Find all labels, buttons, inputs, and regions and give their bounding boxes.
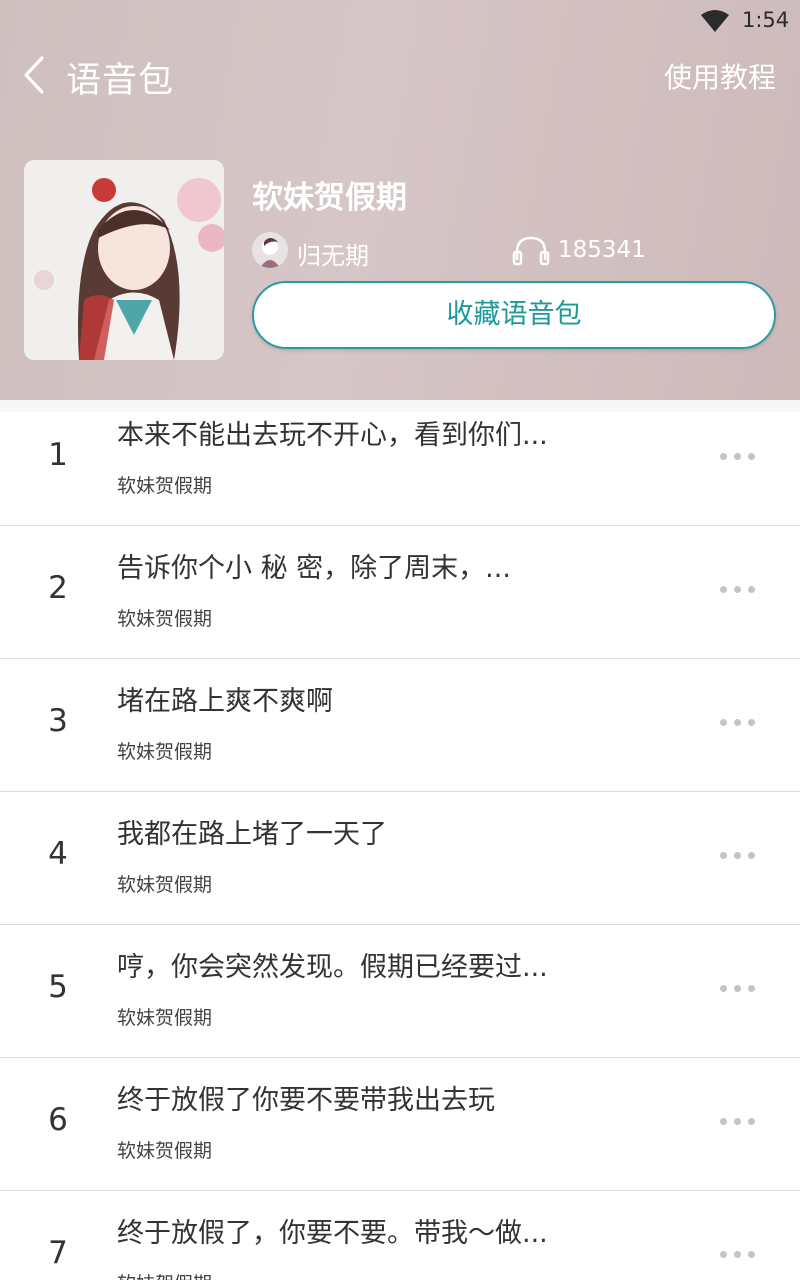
more-options-icon[interactable] xyxy=(716,848,760,862)
item-subtitle: 软妹贺假期 xyxy=(117,1269,212,1280)
more-options-icon[interactable] xyxy=(716,1114,760,1128)
list-item[interactable]: 7 终于放假了，你要不要。带我～做... 软妹贺假期 xyxy=(0,1191,800,1280)
item-title: 告诉你个小 秘 密，除了周末，... xyxy=(117,553,511,584)
list-item[interactable]: 3 堵在路上爽不爽啊软妹贺假期 xyxy=(0,659,800,792)
item-subtitle: 软妹贺假期 xyxy=(117,475,213,497)
item-title: 本来不能出去玩不开心，看到你们... xyxy=(117,420,548,451)
voice-list: 1 本来不能出去玩不开心，看到你们... 软妹贺假期 2 告诉你个小 秘 密，除了周末，… xyxy=(0,400,800,1280)
item-subtitle: 软妹贺假期 xyxy=(117,608,213,630)
item-subtitle: 软妹贺假期 xyxy=(117,1007,213,1029)
list-item[interactable]: 4 我都在路上堵了一天了软妹贺假期 xyxy=(0,792,800,925)
item-title: 哼，你会突然发现。假期已经要过... xyxy=(117,952,548,983)
status-time: 1:54 xyxy=(742,8,790,32)
item-subtitle: 软妹贺假期 xyxy=(117,874,213,896)
play-count: 185341 xyxy=(558,237,646,263)
item-index: 3 xyxy=(48,703,68,739)
tutorial-link[interactable]: 使用教程 xyxy=(664,56,776,96)
item-index: 7 xyxy=(48,1235,68,1271)
item-index: 6 xyxy=(48,1102,68,1138)
page-title: 语音包 xyxy=(66,61,175,101)
headphones-icon xyxy=(512,236,550,266)
pack-name: 软妹贺假期 xyxy=(252,180,407,216)
item-index: 1 xyxy=(48,437,68,473)
item-index: 4 xyxy=(48,836,68,872)
more-options-icon[interactable] xyxy=(716,449,760,463)
list-item[interactable]: 6 终于放假了你要不要带我出去玩软妹贺假期 xyxy=(0,1058,800,1191)
back-button[interactable] xyxy=(18,52,58,98)
item-index: 5 xyxy=(48,969,68,1005)
item-title: 堵在路上爽不爽啊 xyxy=(117,686,333,717)
more-options-icon[interactable] xyxy=(716,1247,760,1261)
status-bar: 1:54 xyxy=(0,0,800,42)
list-item[interactable]: 2 告诉你个小 秘 密，除了周末，... 软妹贺假期 xyxy=(0,526,800,659)
pack-cover-image xyxy=(24,160,224,360)
more-options-icon[interactable] xyxy=(716,715,760,729)
collect-pack-button[interactable]: 收藏语音包 xyxy=(252,281,776,349)
item-subtitle: 软妹贺假期 xyxy=(117,741,213,763)
item-index: 2 xyxy=(48,570,68,606)
author-name[interactable]: 归无期 xyxy=(297,236,369,271)
item-title: 我都在路上堵了一天了 xyxy=(117,819,387,850)
more-options-icon[interactable] xyxy=(716,981,760,995)
author-avatar[interactable] xyxy=(252,232,288,268)
item-title: 终于放假了，你要不要。带我～做... xyxy=(117,1218,548,1249)
list-item[interactable]: 5 哼，你会突然发现。假期已经要过... 软妹贺假期 xyxy=(0,925,800,1058)
more-options-icon[interactable] xyxy=(716,582,760,596)
pack-header: 1:54 语音包 使用教程 软妹贺假期 归无期 185341 收藏语音包 xyxy=(0,0,800,400)
nav-bar: 语音包 使用教程 xyxy=(0,42,800,110)
item-title: 终于放假了你要不要带我出去玩 xyxy=(117,1085,495,1116)
list-item[interactable]: 1 本来不能出去玩不开心，看到你们... 软妹贺假期 xyxy=(0,400,800,526)
wifi-icon xyxy=(701,10,729,32)
item-subtitle: 软妹贺假期 xyxy=(117,1140,213,1162)
chevron-left-icon xyxy=(24,56,44,94)
